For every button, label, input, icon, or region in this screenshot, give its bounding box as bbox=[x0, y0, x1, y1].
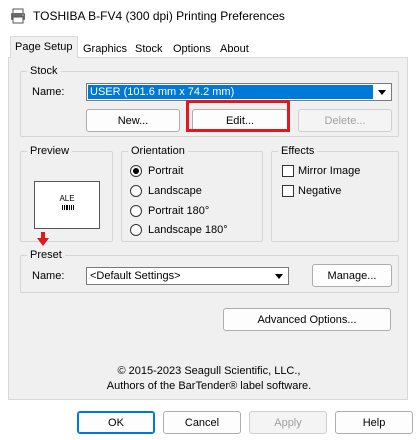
orientation-portrait-180-radio[interactable]: Portrait 180° bbox=[130, 203, 209, 219]
radio-icon[interactable] bbox=[130, 224, 142, 236]
preset-group-label: Preset bbox=[27, 248, 65, 262]
effects-group-label: Effects bbox=[278, 144, 318, 158]
mirror-image-label: Mirror Image bbox=[298, 165, 361, 177]
feed-direction-arrow-icon bbox=[37, 232, 49, 246]
apply-button[interactable]: Apply bbox=[249, 411, 327, 434]
orientation-group-label: Orientation bbox=[128, 144, 188, 158]
mirror-image-checkbox[interactable]: Mirror Image bbox=[282, 163, 360, 179]
barcode-icon bbox=[62, 205, 74, 210]
orientation-portrait-180-label: Portrait 180° bbox=[148, 205, 210, 217]
tab-page-setup[interactable]: Page Setup bbox=[10, 36, 78, 58]
stock-new-button[interactable]: New... bbox=[86, 109, 180, 132]
stock-edit-button[interactable]: Edit... bbox=[192, 109, 288, 132]
ok-button[interactable]: OK bbox=[77, 411, 155, 434]
tab-graphics[interactable]: Graphics bbox=[78, 39, 132, 58]
orientation-landscape-180-radio[interactable]: Landscape 180° bbox=[130, 222, 228, 238]
effects-group: Effects Mirror Image Negative bbox=[271, 144, 399, 242]
checkbox-icon[interactable] bbox=[282, 165, 294, 177]
cancel-button[interactable]: Cancel bbox=[163, 411, 241, 434]
radio-icon[interactable] bbox=[130, 185, 142, 197]
checkbox-icon[interactable] bbox=[282, 185, 294, 197]
radio-selected-icon[interactable] bbox=[130, 165, 142, 177]
chevron-down-icon[interactable] bbox=[271, 269, 287, 283]
radio-icon[interactable] bbox=[130, 205, 142, 217]
negative-checkbox[interactable]: Negative bbox=[282, 183, 341, 199]
negative-label: Negative bbox=[298, 185, 342, 197]
stock-name-select[interactable]: USER (101.6 mm x 74.2 mm) bbox=[86, 83, 392, 101]
preset-manage-button[interactable]: Manage... bbox=[312, 264, 392, 287]
orientation-group: Orientation Portrait Landscape Portrait … bbox=[121, 144, 263, 242]
tab-options[interactable]: Options bbox=[168, 39, 216, 58]
window-title: TOSHIBA B-FV4 (300 dpi) Printing Prefere… bbox=[33, 9, 285, 23]
chevron-down-icon[interactable] bbox=[374, 85, 390, 99]
title-bar: TOSHIBA B-FV4 (300 dpi) Printing Prefere… bbox=[0, 0, 420, 32]
stock-name-label: Name: bbox=[32, 86, 65, 98]
help-button[interactable]: Help bbox=[335, 411, 413, 434]
preset-name-select[interactable]: <Default Settings> bbox=[86, 267, 289, 285]
preset-group: Preset Name: <Default Settings> Manage..… bbox=[20, 248, 399, 293]
advanced-options-button[interactable]: Advanced Options... bbox=[223, 308, 391, 331]
orientation-landscape-label: Landscape bbox=[148, 185, 202, 197]
preview-group: Preview ALE bbox=[20, 144, 113, 246]
preview-group-label: Preview bbox=[27, 144, 73, 158]
preset-name-value: <Default Settings> bbox=[90, 270, 181, 282]
orientation-portrait-radio[interactable]: Portrait bbox=[130, 163, 183, 179]
stock-name-value: USER (101.6 mm x 74.2 mm) bbox=[88, 85, 373, 99]
authors-text: Authors of the BarTender® label software… bbox=[106, 380, 312, 392]
stock-group-label: Stock bbox=[27, 64, 61, 78]
orientation-portrait-label: Portrait bbox=[148, 165, 184, 177]
label-preview: ALE bbox=[34, 181, 100, 229]
stock-group: Stock Name: USER (101.6 mm x 74.2 mm) Ne… bbox=[20, 64, 399, 137]
stock-delete-button[interactable]: Delete... bbox=[298, 109, 392, 132]
orientation-landscape-180-label: Landscape 180° bbox=[148, 224, 228, 236]
tab-stock[interactable]: Stock bbox=[130, 39, 168, 58]
preset-name-label: Name: bbox=[32, 270, 65, 282]
tab-strip: Page Setup Graphics Stock Options About bbox=[0, 36, 420, 58]
preview-sample-text: ALE bbox=[59, 194, 75, 203]
copyright-text: © 2015-2023 Seagull Scientific, LLC., bbox=[117, 365, 301, 377]
printer-app-icon bbox=[11, 8, 25, 24]
page-setup-panel: Stock Name: USER (101.6 mm x 74.2 mm) Ne… bbox=[8, 57, 408, 400]
tab-about[interactable]: About bbox=[215, 39, 254, 58]
orientation-landscape-radio[interactable]: Landscape bbox=[130, 183, 202, 199]
